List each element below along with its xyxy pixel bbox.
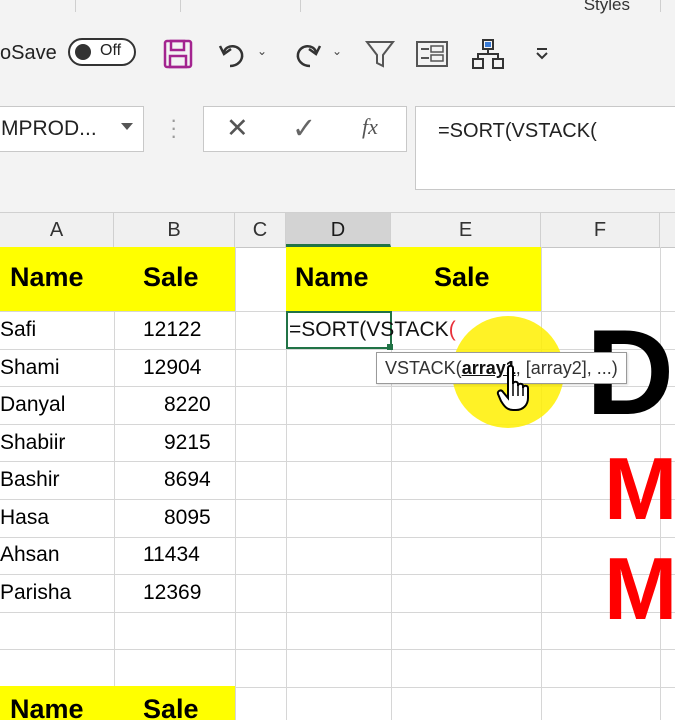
table-row-sale[interactable]: 12369 [143,581,201,605]
table1-header-name[interactable]: Name [10,262,84,293]
table-row-sale[interactable]: 8694 [164,468,211,492]
formula-bar-buttons: ✕ ✓ fx [203,106,407,152]
table-row-sale[interactable]: 9215 [164,431,211,455]
formula-input[interactable]: =SORT(VSTACK( [415,106,675,190]
undo-icon[interactable] [214,34,250,74]
table-row-name[interactable]: Parisha [0,581,71,605]
table-row-name[interactable]: Hasa [0,506,49,530]
filter-icon[interactable] [362,34,398,74]
toggle-knob [75,44,91,60]
table-row-sale[interactable]: 12122 [143,318,201,342]
name-box-value: MPROD... [1,117,97,140]
formula-bar-grip-icon[interactable]: · · · [170,109,177,147]
column-header-b[interactable]: B [114,213,235,247]
autosave-label: oSave [0,42,57,64]
table1-header-sale[interactable]: Sale [143,262,199,293]
active-cell-open-paren: ( [448,318,456,341]
column-header-f[interactable]: F [541,213,660,247]
table2-header-sale[interactable]: Sale [143,694,199,725]
form-icon[interactable] [414,34,450,74]
table-row-name[interactable]: Safi [0,318,36,342]
table-row-name[interactable]: Shabiir [0,431,65,455]
column-headers: A B C D E F [0,212,675,248]
cancel-icon[interactable]: ✕ [226,113,249,144]
ribbon-separator [75,0,76,12]
customize-qat-icon[interactable] [530,34,554,74]
table-row-name[interactable]: Bashir [0,468,60,492]
formula-text: =SORT(VSTACK( [438,120,597,142]
table-row-sale[interactable]: 8095 [164,506,211,530]
table-row-sale[interactable]: 11434 [143,543,200,567]
redo-icon[interactable] [290,34,326,74]
table2-header-name[interactable]: Name [10,694,84,725]
autosave-toggle[interactable]: Off [68,38,136,66]
enter-icon[interactable]: ✓ [292,111,316,146]
save-icon[interactable] [160,34,196,74]
name-box[interactable]: MPROD... [0,106,144,152]
output-header-name[interactable]: Name [295,262,369,293]
output-header-sale[interactable]: Sale [434,262,490,293]
ribbon-group-label: Styles [583,0,630,14]
table-row-name[interactable]: Shami [0,356,60,380]
fill-handle[interactable] [387,344,393,350]
active-cell-formula[interactable]: =SORT(VSTACK( [289,318,456,342]
insert-function-icon[interactable]: fx [362,114,378,140]
tooltip-function-name: VSTACK( [385,358,462,378]
column-header-d[interactable]: D [286,213,391,247]
redo-dropdown-icon[interactable]: ⌄ [332,44,342,58]
ribbon-separator [660,0,661,12]
undo-dropdown-icon[interactable]: ⌄ [257,44,267,58]
column-header-a[interactable]: A [0,213,114,247]
column-header-e[interactable]: E [391,213,541,247]
table-row-sale[interactable]: 8220 [164,393,211,417]
table-row-name[interactable]: Danyal [0,393,65,417]
autosave-state-label: Off [100,42,122,59]
table-row-sale[interactable]: 12904 [143,356,201,380]
name-box-dropdown-icon[interactable] [121,123,133,130]
ribbon-separator [180,0,181,12]
column-header-c[interactable]: C [235,213,286,247]
table-row-name[interactable]: Ahsan [0,543,60,567]
ribbon-separator [300,0,301,12]
overlay-letter-m: M [604,439,675,538]
overlay-letter-m: M [604,539,675,638]
hand-cursor-icon [496,364,534,417]
ribbon-strip [0,0,675,15]
active-cell-formula-text: =SORT(VSTACK [289,318,449,341]
hierarchy-icon[interactable] [468,34,508,74]
